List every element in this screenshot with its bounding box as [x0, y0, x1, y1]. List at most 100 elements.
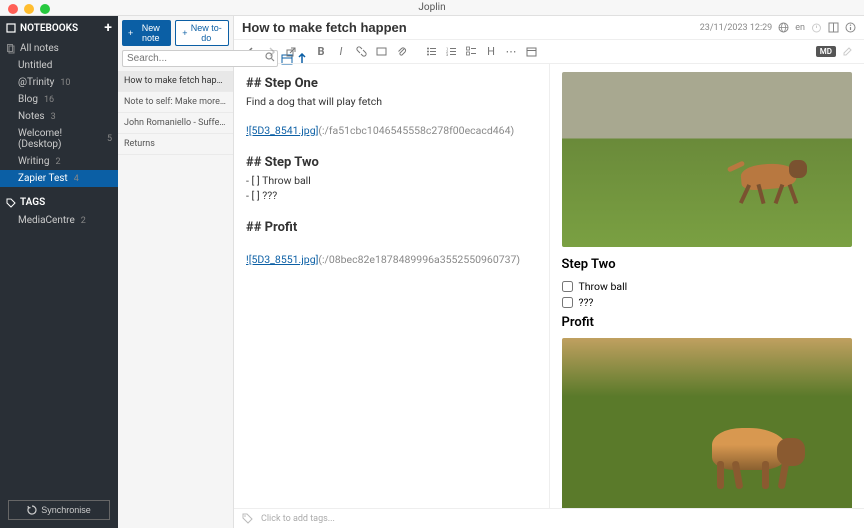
globe-icon[interactable] [778, 22, 789, 33]
src-heading: ## Step One [246, 76, 537, 91]
titlebar: Joplin [0, 0, 864, 16]
close-window-icon[interactable] [8, 4, 18, 14]
new-note-label: New note [136, 23, 165, 43]
svg-text:3: 3 [446, 52, 448, 57]
external-link-icon[interactable] [282, 43, 300, 61]
src-heading: ## Profit [246, 220, 537, 235]
sidebar-item-trinity[interactable]: @Trinity 10 [0, 74, 118, 91]
src-image-label: ![5D3_8551.jpg] [246, 253, 318, 266]
sidebar-tag-count: 2 [81, 216, 86, 226]
sidebar-item-notes[interactable]: Notes 3 [0, 108, 118, 125]
sidebar-tag-label: MediaCentre [18, 215, 75, 226]
note-list-item[interactable]: Returns [118, 134, 233, 155]
src-line: Find a dog that will play fetch [246, 95, 537, 108]
sidebar-item-label: Writing [18, 156, 49, 167]
plus-icon: + [182, 28, 187, 38]
sidebar-item-count: 2 [55, 157, 60, 167]
sidebar-item-count: 4 [74, 174, 79, 184]
sidebar-item-untitled[interactable]: Untitled [0, 57, 118, 74]
lang-label: en [795, 23, 805, 33]
preview-heading: Step Two [562, 257, 853, 272]
note-list-item[interactable]: How to make fetch happen [118, 71, 233, 92]
checkbox-input[interactable] [562, 281, 573, 292]
sidebar-item-label: Notes [18, 111, 45, 122]
src-line: - [ ] Throw ball [246, 174, 537, 187]
checkbox-label: Throw ball [579, 280, 628, 293]
app-title: Joplin [418, 2, 445, 13]
src-heading: ## Step Two [246, 155, 537, 170]
checkbox-input[interactable] [562, 297, 573, 308]
preview-checkbox-item[interactable]: ??? [562, 296, 853, 309]
tags-header[interactable]: TAGS [0, 193, 118, 212]
preview-checkbox-item[interactable]: Throw ball [562, 280, 853, 293]
new-note-button[interactable]: + New note [122, 20, 171, 46]
all-notes-label: All notes [20, 43, 59, 54]
sidebar-item-all-notes[interactable]: All notes [0, 40, 118, 57]
sidebar-item-blog[interactable]: Blog 16 [0, 91, 118, 108]
new-todo-button[interactable]: + New to-do [175, 20, 229, 46]
sidebar-item-welcome[interactable]: Welcome! (Desktop) 5 [0, 125, 118, 153]
plus-icon: + [128, 28, 133, 38]
preview-image-1 [562, 72, 853, 247]
note-title-input[interactable] [242, 20, 700, 35]
sidebar-item-label: Welcome! (Desktop) [18, 128, 101, 150]
search-input[interactable] [122, 50, 278, 67]
notebooks-header[interactable]: NOTEBOOKS + [0, 16, 118, 40]
edit-icon[interactable] [838, 43, 856, 61]
notes-icon [6, 44, 16, 54]
synchronise-button[interactable]: Synchronise [8, 500, 110, 520]
layout-icon[interactable] [828, 22, 839, 33]
maximize-window-icon[interactable] [40, 4, 50, 14]
sidebar: NOTEBOOKS + All notes Untitled @Trinity … [0, 16, 118, 528]
sidebar-item-count: 5 [107, 134, 112, 144]
notebook-icon [6, 23, 16, 33]
editor: 23/11/2023 12:29 en [234, 16, 864, 528]
tag-icon [242, 513, 253, 524]
sidebar-item-writing[interactable]: Writing 2 [0, 153, 118, 170]
sidebar-item-count: 10 [60, 78, 70, 88]
bullet-list-icon[interactable] [422, 43, 440, 61]
window-controls [8, 4, 50, 14]
italic-button[interactable]: I [332, 43, 350, 61]
markdown-toggle[interactable]: MD [816, 46, 836, 57]
add-notebook-icon[interactable]: + [104, 20, 112, 36]
checkbox-label: ??? [579, 296, 594, 309]
heading-button[interactable]: H [482, 43, 500, 61]
new-todo-label: New to-do [191, 23, 222, 43]
src-image-hash: (:/08bec82e1878489996a3552550960737) [318, 253, 520, 266]
markdown-source-pane[interactable]: ## Step One Find a dog that will play fe… [234, 64, 550, 508]
info-icon[interactable] [845, 22, 856, 33]
dog-illustration [692, 406, 822, 496]
src-image-hash: (:/fa51cbc1046545558c278f00ecacd464) [318, 124, 514, 137]
sidebar-item-label: Untitled [18, 60, 52, 71]
note-list: + New note + New to-do How to make fet [118, 16, 234, 528]
dog-illustration [721, 146, 821, 206]
forward-icon[interactable] [262, 43, 280, 61]
sidebar-tag-mediacentre[interactable]: MediaCentre 2 [0, 212, 118, 229]
sidebar-item-count: 16 [44, 95, 54, 105]
src-line: - [ ] ??? [246, 189, 537, 202]
note-date: 23/11/2023 12:29 [700, 23, 773, 33]
sidebar-item-zapier-test[interactable]: Zapier Test 4 [0, 170, 118, 187]
sync-label: Synchronise [41, 505, 91, 515]
src-image-link: ![5D3_8541.jpg](:/fa51cbc1046545558c278f… [246, 124, 537, 137]
minimize-window-icon[interactable] [24, 4, 34, 14]
tags-placeholder[interactable]: Click to add tags... [261, 514, 335, 524]
code-icon[interactable] [372, 43, 390, 61]
attachment-icon[interactable] [392, 43, 410, 61]
tags-label: TAGS [20, 197, 45, 208]
notebooks-label: NOTEBOOKS [20, 23, 78, 34]
preview-pane: Step Two Throw ball ??? Profit [550, 64, 864, 508]
alarm-icon[interactable] [811, 22, 822, 33]
note-list-item[interactable]: Note to self: Make more notes to self [118, 92, 233, 113]
sidebar-item-count: 3 [51, 112, 56, 122]
date-icon[interactable] [522, 43, 540, 61]
sidebar-item-label: Zapier Test [18, 173, 68, 184]
link-icon[interactable] [352, 43, 370, 61]
more-icon[interactable]: ⋯ [502, 43, 520, 61]
preview-heading: Profit [562, 315, 853, 330]
numbered-list-icon[interactable]: 123 [442, 43, 460, 61]
note-list-item[interactable]: John Romaniello - Suffer no fools [118, 113, 233, 134]
checkbox-list-icon[interactable] [462, 43, 480, 61]
bold-button[interactable]: B [312, 43, 330, 61]
